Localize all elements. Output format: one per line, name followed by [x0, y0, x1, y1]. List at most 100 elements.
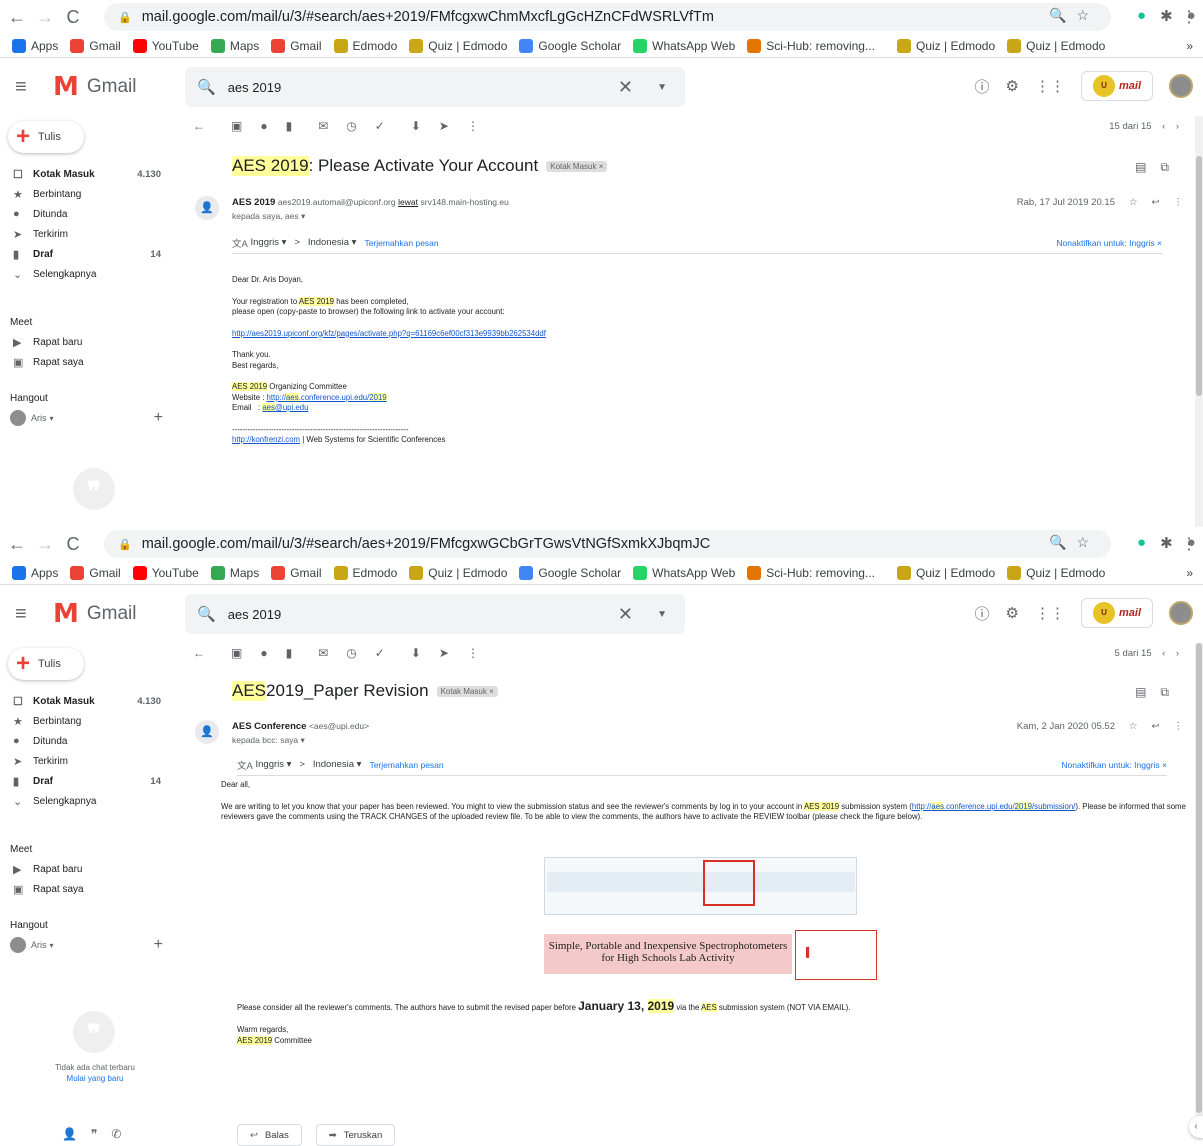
target-language[interactable]: Indonesia — [308, 237, 349, 248]
hangout-user[interactable]: Aris ▾ + — [0, 408, 175, 428]
search-options-icon[interactable]: ▼ — [657, 609, 667, 620]
hangout-user[interactable]: Aris ▾ + — [0, 935, 175, 955]
bookmark-5[interactable]: Edmodo — [333, 38, 397, 53]
report-spam-icon[interactable]: ● — [260, 646, 267, 660]
sidebar-item-0[interactable]: ☐ Kotak Masuk 4.130 — [0, 691, 175, 711]
settings-gear-icon[interactable]: ⚙ — [1006, 604, 1019, 622]
bookmark-7[interactable]: Google Scholar — [519, 38, 621, 53]
more-icon[interactable]: ⋮ — [1174, 197, 1184, 208]
translate-message-link[interactable]: Terjemahkan pesan — [369, 760, 443, 770]
inbox-label-chip[interactable]: Kotak Masuk × — [436, 685, 498, 697]
settings-gear-icon[interactable]: ⚙ — [1006, 77, 1019, 95]
apps-grid-icon[interactable]: ⋮⋮ — [1035, 604, 1065, 622]
start-new-chat-link[interactable]: Mulai yang baru — [0, 1073, 190, 1084]
main-menu-icon[interactable]: ≡ — [15, 603, 39, 626]
unpam-mail-logo[interactable]: U mail — [1081, 71, 1153, 101]
print-popout-icons[interactable]: ▤⧉ — [1135, 685, 1183, 700]
prev-icon[interactable]: ‹ — [1162, 648, 1165, 659]
unpam-mail-logo[interactable]: U mail — [1081, 598, 1153, 628]
bookmark-0[interactable]: Apps — [12, 38, 58, 53]
address-bar[interactable]: 🔒 mail.google.com/mail/u/3/#search/aes+2… — [104, 3, 1111, 31]
bookmark-9[interactable]: Sci-Hub: removing... — [747, 565, 875, 580]
puzzle-icon[interactable]: ✱ — [1160, 7, 1173, 25]
reply-icon[interactable]: ↩ — [1152, 721, 1160, 732]
scrollbar-thumb[interactable] — [1196, 643, 1202, 1113]
star-icon[interactable]: ☆ — [1129, 197, 1138, 208]
help-icon[interactable]: ⓘ — [975, 603, 990, 624]
prev-icon[interactable]: ‹ — [1162, 121, 1165, 132]
reply-icon[interactable]: ↩ — [1152, 197, 1160, 208]
star-icon[interactable]: ☆ — [1129, 721, 1138, 732]
more-icon[interactable]: ⋮ — [1174, 721, 1184, 732]
compose-button[interactable]: + Tulis — [8, 648, 84, 680]
gmail-logo[interactable]: M Gmail — [53, 72, 137, 102]
bookmark-9[interactable]: Sci-Hub: removing... — [747, 38, 875, 53]
add-chat-icon[interactable]: + — [154, 936, 163, 954]
more-icon[interactable]: ⋮ — [467, 119, 479, 133]
scrollbar-thumb[interactable] — [1196, 156, 1202, 396]
bookmark-4[interactable]: Gmail — [271, 38, 322, 53]
email-link[interactable]: aes@upi.edu — [262, 403, 308, 412]
account-avatar[interactable] — [1169, 74, 1193, 98]
sender-name[interactable]: AES Conference — [232, 721, 306, 732]
grammarly-icon[interactable]: ● — [1137, 534, 1146, 552]
sidebar-item-3[interactable]: ➤ Terkirim — [0, 751, 175, 771]
move-to-icon[interactable]: ⬇ — [411, 119, 421, 133]
sidebar-item-4[interactable]: ▮ Draf 14 — [0, 771, 175, 791]
meet-item-0[interactable]: ▶ Rapat baru — [0, 332, 175, 352]
website-link[interactable]: http://aes.conference.upi.edu/2019 — [267, 392, 387, 402]
recipients-line[interactable]: kepada saya, aes ▾ — [232, 211, 509, 222]
back-to-list-icon[interactable]: ← — [193, 119, 205, 133]
zoom-star-icons[interactable]: 🔍☆ — [1049, 534, 1099, 551]
bookmark-4[interactable]: Gmail — [271, 565, 322, 580]
bookmark-6[interactable]: Quiz | Edmodo — [409, 565, 507, 580]
add-chat-icon[interactable]: + — [154, 409, 163, 427]
search-options-icon[interactable]: ▼ — [657, 82, 667, 93]
bookmark-3[interactable]: Maps — [210, 38, 259, 53]
chat-icon[interactable]: ❞ — [91, 1127, 97, 1141]
bookmark-3[interactable]: Maps — [210, 565, 259, 580]
forward-button[interactable]: ➡ Teruskan — [315, 1124, 396, 1146]
meet-item-0[interactable]: ▶ Rapat baru — [0, 859, 175, 879]
reload-icon[interactable]: C — [62, 7, 84, 28]
sidebar-item-4[interactable]: ▮ Draf 14 — [0, 244, 175, 264]
print-popout-icons[interactable]: ▤⧉ — [1135, 160, 1183, 175]
back-arrow-icon[interactable]: ← — [6, 534, 28, 555]
sidebar-item-0[interactable]: ☐ Kotak Masuk 4.130 — [0, 164, 175, 184]
bookmark-11[interactable]: Quiz | Edmodo — [1007, 565, 1105, 580]
bookmark-8[interactable]: WhatsApp Web — [633, 565, 735, 580]
bookmark-7[interactable]: Google Scholar — [519, 565, 621, 580]
label-icon[interactable]: ➤ — [439, 646, 449, 660]
menu-dots-icon[interactable]: ⋮ — [1181, 7, 1197, 27]
help-icon[interactable]: ⓘ — [975, 76, 990, 97]
menu-dots-icon[interactable]: ⋮ — [1181, 534, 1197, 554]
target-language[interactable]: Indonesia — [313, 759, 354, 770]
archive-icon[interactable]: ▣ — [231, 646, 242, 660]
bookmark-11[interactable]: Quiz | Edmodo — [1007, 38, 1105, 53]
scrollbar[interactable] — [1195, 643, 1203, 1123]
status-dropdown-icon[interactable]: ▾ — [50, 941, 54, 950]
bookmark-2[interactable]: YouTube — [132, 38, 199, 53]
sidebar-item-5[interactable]: ⌄ Selengkapnya — [0, 264, 175, 284]
meet-item-1[interactable]: ▣ Rapat saya — [0, 879, 175, 899]
mark-unread-icon[interactable]: ✉ — [318, 119, 328, 133]
search-input[interactable]: aes 2019 — [228, 80, 282, 95]
back-to-list-icon[interactable]: ← — [193, 646, 205, 660]
delete-icon[interactable]: ▮ — [286, 646, 293, 660]
translate-message-link[interactable]: Terjemahkan pesan — [364, 238, 438, 248]
account-avatar[interactable] — [1169, 601, 1193, 625]
compose-button[interactable]: + Tulis — [8, 121, 84, 153]
bookmark-8[interactable]: WhatsApp Web — [633, 38, 735, 53]
sidebar-item-5[interactable]: ⌄ Selengkapnya — [0, 791, 175, 811]
search-icon[interactable]: 🔍 — [197, 78, 216, 96]
clear-search-icon[interactable]: ✕ — [618, 77, 633, 98]
clear-search-icon[interactable]: ✕ — [618, 604, 633, 625]
disable-translate-link[interactable]: Nonaktifkan untuk: Inggris × — [1056, 238, 1162, 248]
forward-arrow-icon[interactable]: → — [34, 7, 56, 28]
disable-translate-link[interactable]: Nonaktifkan untuk: Inggris × — [1061, 760, 1167, 770]
bookmark-1[interactable]: Gmail — [70, 565, 121, 580]
recipients-line[interactable]: kepada bcc: saya ▾ — [232, 735, 369, 746]
add-task-icon[interactable]: ✓ — [375, 646, 385, 660]
source-language[interactable]: Inggris — [250, 237, 279, 248]
delete-icon[interactable]: ▮ — [286, 119, 293, 133]
